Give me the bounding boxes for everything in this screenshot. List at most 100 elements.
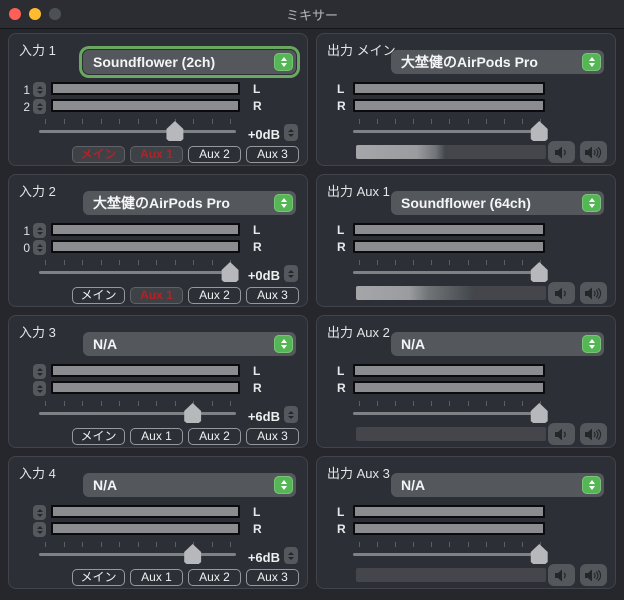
send-button[interactable]: Aux 3 — [246, 287, 299, 304]
gain-stepper[interactable] — [284, 406, 298, 423]
level-meter-left — [51, 505, 240, 518]
send-button[interactable]: Aux 3 — [246, 146, 299, 163]
gain-value: +6dB — [248, 550, 280, 565]
volume-slider-thumb[interactable] — [530, 121, 548, 141]
panel-title: 入力 2 — [19, 181, 56, 200]
channel-label-left: L — [337, 82, 344, 96]
volume-max-button[interactable] — [580, 141, 607, 163]
send-button[interactable]: メイン — [72, 287, 125, 304]
send-button[interactable]: メイン — [72, 146, 125, 163]
volume-slider[interactable] — [353, 412, 545, 415]
device-select[interactable]: Soundflower (2ch) — [83, 50, 296, 74]
volume-slider[interactable] — [353, 271, 545, 274]
device-select[interactable]: Soundflower (64ch) — [391, 191, 604, 215]
volume-min-button[interactable] — [548, 141, 575, 163]
volume-slider-thumb[interactable] — [530, 262, 548, 282]
title-bar: ミキサー — [0, 0, 624, 29]
volume-slider-thumb[interactable] — [166, 121, 184, 141]
send-button[interactable]: Aux 1 — [130, 569, 183, 586]
gain-stepper[interactable] — [284, 547, 298, 564]
volume-min-button[interactable] — [548, 423, 575, 445]
channel-stepper-left[interactable] — [33, 364, 46, 379]
volume-slider[interactable] — [353, 130, 545, 133]
slider-ticks — [359, 542, 541, 547]
send-button[interactable]: Aux 1 — [130, 146, 183, 163]
send-button[interactable]: Aux 2 — [188, 146, 241, 163]
send-button[interactable]: Aux 2 — [188, 287, 241, 304]
device-select[interactable]: N/A — [83, 332, 296, 356]
device-select[interactable]: N/A — [83, 473, 296, 497]
volume-max-button[interactable] — [580, 423, 607, 445]
device-select[interactable]: N/A — [391, 332, 604, 356]
volume-slider-thumb[interactable] — [221, 262, 239, 282]
channel-label-left: L — [253, 505, 260, 519]
channel-label-left: L — [253, 364, 260, 378]
volume-slider-thumb[interactable] — [184, 544, 202, 564]
output-panel: 出力 Aux 3 N/A L R — [316, 456, 616, 589]
send-button[interactable]: メイン — [72, 428, 125, 445]
volume-slider[interactable] — [39, 130, 236, 133]
channel-stepper-left[interactable] — [33, 223, 46, 238]
panel-title: 出力 Aux 1 — [327, 181, 390, 200]
send-buttons: メイン Aux 1 Aux 2 Aux 3 — [72, 428, 299, 445]
minimize-button[interactable] — [29, 8, 41, 20]
gain-stepper[interactable] — [284, 124, 298, 141]
device-select[interactable]: N/A — [391, 473, 604, 497]
speaker-high-icon — [585, 428, 602, 441]
popup-chevron-icon — [274, 194, 293, 212]
window-title: ミキサー — [286, 5, 338, 24]
send-button[interactable]: Aux 3 — [246, 569, 299, 586]
volume-slider-thumb[interactable] — [530, 403, 548, 423]
level-meter-left — [51, 364, 240, 377]
channel-stepper-left[interactable] — [33, 82, 46, 97]
volume-max-button[interactable] — [580, 282, 607, 304]
channel-label-left: L — [337, 223, 344, 237]
channel-label-right: R — [253, 240, 262, 254]
device-select-value: 大埜健のAirPods Pro — [83, 193, 274, 213]
channel-stepper-left[interactable] — [33, 505, 46, 520]
slider-ticks — [359, 401, 541, 406]
volume-slider-thumb[interactable] — [184, 403, 202, 423]
send-button[interactable]: Aux 3 — [246, 428, 299, 445]
input-panel: 入力 4 N/A L R +6dB メイン Aux 1 Aux 2 Aux 3 — [8, 456, 308, 589]
volume-max-button[interactable] — [580, 564, 607, 586]
channel-stepper-right[interactable] — [33, 381, 46, 396]
send-button[interactable]: Aux 1 — [130, 428, 183, 445]
device-select-value: 大埜健のAirPods Pro — [391, 52, 582, 72]
panel-title: 入力 3 — [19, 322, 56, 341]
channel-label-right: R — [337, 240, 346, 254]
volume-slider-thumb[interactable] — [530, 544, 548, 564]
popup-chevron-icon — [582, 53, 601, 71]
send-button[interactable]: Aux 2 — [188, 428, 241, 445]
output-level-bar — [356, 286, 546, 300]
channel-label-left: L — [253, 223, 260, 237]
device-select-value: Soundflower (64ch) — [391, 195, 582, 211]
popup-chevron-icon — [582, 194, 601, 212]
volume-slider[interactable] — [353, 553, 545, 556]
channel-number-right: 2 — [15, 100, 30, 114]
volume-slider[interactable] — [39, 553, 236, 556]
send-button[interactable]: Aux 2 — [188, 569, 241, 586]
volume-slider[interactable] — [39, 271, 236, 274]
panel-title: 出力 メイン — [327, 40, 396, 59]
volume-min-button[interactable] — [548, 282, 575, 304]
send-button[interactable]: Aux 1 — [130, 287, 183, 304]
send-buttons: メイン Aux 1 Aux 2 Aux 3 — [72, 146, 299, 163]
input-panel: 入力 1 Soundflower (2ch) 1 L 2 R +0dB メイン … — [8, 33, 308, 166]
close-button[interactable] — [9, 8, 21, 20]
panel-title: 出力 Aux 2 — [327, 322, 390, 341]
gain-stepper[interactable] — [284, 265, 298, 282]
channel-stepper-right[interactable] — [33, 99, 46, 114]
device-select[interactable]: 大埜健のAirPods Pro — [391, 50, 604, 74]
speaker-low-icon — [554, 428, 569, 441]
channel-stepper-right[interactable] — [33, 240, 46, 255]
volume-slider[interactable] — [39, 412, 236, 415]
volume-min-button[interactable] — [548, 564, 575, 586]
channel-label-right: R — [337, 381, 346, 395]
channel-stepper-right[interactable] — [33, 522, 46, 537]
level-meter-right — [353, 99, 545, 112]
device-select[interactable]: 大埜健のAirPods Pro — [83, 191, 296, 215]
level-meter-left — [51, 223, 240, 236]
send-button[interactable]: メイン — [72, 569, 125, 586]
speaker-low-icon — [554, 287, 569, 300]
